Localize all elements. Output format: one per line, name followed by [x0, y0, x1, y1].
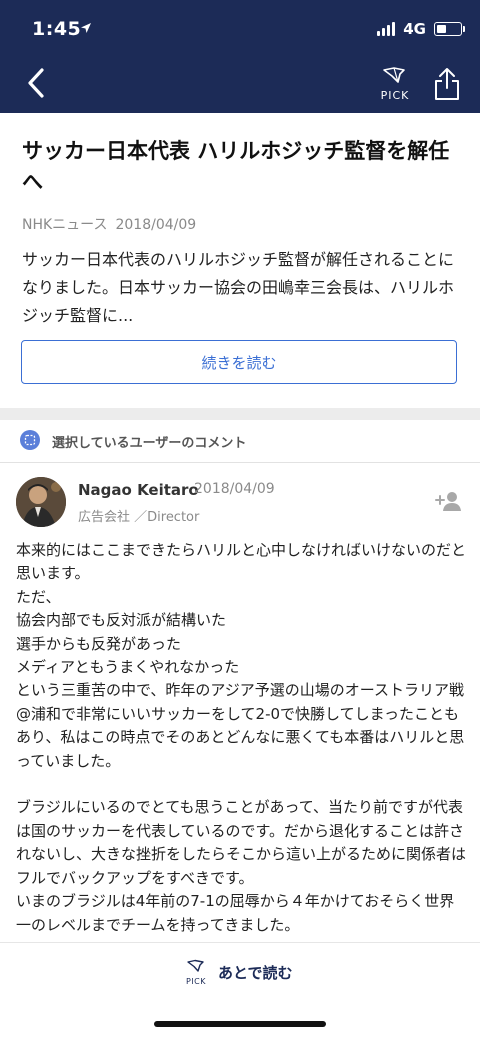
- section-divider: [0, 408, 480, 420]
- bottom-bar: PICK あとで読む: [0, 942, 480, 1040]
- comment-date: 2018/04/09: [194, 481, 275, 497]
- back-chevron-icon[interactable]: [22, 66, 52, 100]
- network-type: 4G: [403, 20, 426, 38]
- comment-user-name[interactable]: Nagao Keitaro: [78, 481, 199, 499]
- article-title: サッカー日本代表 ハリルホジッチ監督を解任へ: [22, 139, 450, 194]
- avatar[interactable]: [16, 477, 66, 527]
- pick-button[interactable]: PICK: [374, 66, 416, 102]
- article-date: 2018/04/09: [115, 217, 197, 233]
- follow-user-icon[interactable]: [434, 490, 462, 512]
- battery-level: [437, 25, 446, 33]
- article-source: NHKニュース: [22, 217, 108, 233]
- pick-icon: [383, 67, 405, 83]
- battery-icon: [434, 22, 465, 36]
- read-more-button[interactable]: 続きを読む: [21, 340, 457, 384]
- status-indicators: 4G: [377, 20, 465, 38]
- read-later-button[interactable]: PICK あとで読む: [184, 957, 293, 987]
- comments-section-header: 選択しているユーザーのコメント: [0, 420, 480, 463]
- signal-icon: [377, 22, 396, 36]
- user-group-icon: [20, 430, 40, 450]
- article-meta: NHKニュース 2018/04/09: [22, 214, 196, 234]
- app-header: 1:45 4G PICK: [0, 0, 480, 113]
- comments-section-title: 選択しているユーザーのコメント: [52, 436, 247, 451]
- location-arrow-icon: [81, 23, 91, 33]
- home-indicator[interactable]: [154, 1021, 326, 1027]
- share-icon[interactable]: [432, 66, 462, 102]
- pick-icon: PICK: [184, 958, 208, 986]
- comment-user-role: 広告会社 ／Director: [78, 510, 200, 525]
- read-later-label: あとで読む: [218, 963, 293, 982]
- pick-label: PICK: [380, 89, 410, 102]
- status-time: 1:45: [32, 18, 82, 40]
- pick-label: PICK: [185, 977, 206, 986]
- article-summary: サッカー日本代表のハリルホジッチ監督が解任されることになりました。日本サッカー協…: [22, 250, 455, 325]
- comment-body: 本来的にはここまできたらハリルと心中しなければいけないのだと思います。 ただ、 …: [16, 541, 467, 934]
